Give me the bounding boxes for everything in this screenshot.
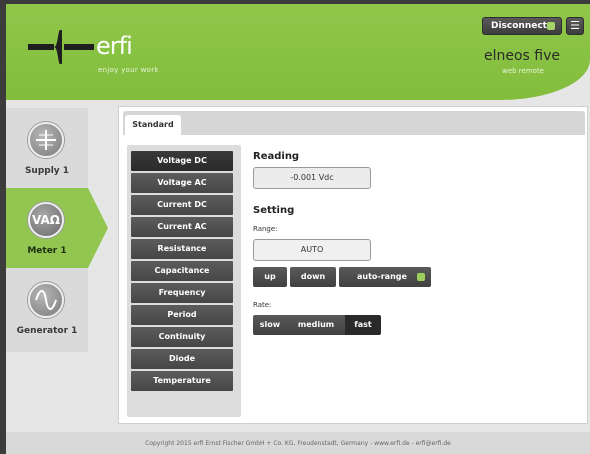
function-list: Voltage DC Voltage AC Current DC Current…: [127, 145, 241, 417]
disconnect-button[interactable]: Disconnect: [482, 17, 562, 35]
function-capacitance[interactable]: Capacitance: [131, 261, 233, 281]
reading-title: Reading: [253, 151, 300, 162]
rate-slow-button[interactable]: slow: [253, 315, 287, 335]
tab-bar: Standard: [123, 111, 585, 135]
nav-item-label: Generator 1: [16, 326, 78, 336]
function-resistance[interactable]: Resistance: [131, 239, 233, 259]
range-label: Range:: [253, 225, 278, 233]
function-current-dc[interactable]: Current DC: [131, 195, 233, 215]
rate-medium-button[interactable]: medium: [287, 315, 345, 335]
tab-standard[interactable]: Standard: [125, 115, 181, 135]
app-window: erfi enjoy your work elneos five web rem…: [6, 4, 590, 454]
brand-name: erfi: [96, 32, 133, 60]
auto-range-status-icon: [417, 273, 425, 281]
menu-button[interactable]: ☰: [566, 17, 584, 35]
range-down-button[interactable]: down: [290, 267, 336, 287]
auto-range-button[interactable]: auto-range: [339, 267, 431, 287]
plus-minus-icon: [28, 122, 64, 158]
range-up-button[interactable]: up: [253, 267, 287, 287]
meter-icon: VAΩ: [28, 202, 64, 238]
function-temperature[interactable]: Temperature: [131, 371, 233, 391]
function-diode[interactable]: Diode: [131, 349, 233, 369]
erfi-logo-icon: [28, 30, 94, 64]
rate-label: Rate:: [253, 301, 272, 309]
range-display: AUTO: [253, 239, 371, 261]
function-voltage-dc[interactable]: Voltage DC: [131, 151, 233, 171]
footer: Copyright 2015 erfi Ernst Fischer GmbH +…: [6, 432, 590, 454]
header: erfi enjoy your work elneos five web rem…: [6, 4, 590, 100]
function-voltage-ac[interactable]: Voltage AC: [131, 173, 233, 193]
main-panel: Standard Voltage DC Voltage AC Current D…: [118, 106, 588, 424]
sine-wave-icon: [28, 282, 64, 318]
setting-title: Setting: [253, 205, 295, 216]
nav-item-meter-1[interactable]: VAΩ Meter 1: [6, 188, 88, 268]
footer-copyright: Copyright 2015 erfi Ernst Fischer GmbH +…: [145, 440, 451, 447]
hamburger-icon: ☰: [570, 19, 580, 32]
reading-display: -0.001 Vdc: [253, 167, 371, 189]
active-nav-arrow: [88, 188, 108, 268]
function-frequency[interactable]: Frequency: [131, 283, 233, 303]
product-subtitle: web remote: [502, 67, 544, 75]
nav-item-label: Supply 1: [24, 166, 70, 176]
function-current-ac[interactable]: Current AC: [131, 217, 233, 237]
slogan: enjoy your work: [98, 66, 159, 74]
disconnect-label: Disconnect: [491, 21, 547, 31]
function-period[interactable]: Period: [131, 305, 233, 325]
connection-status-icon: [547, 22, 555, 30]
nav-item-label: Meter 1: [27, 246, 67, 256]
nav-item-supply-1[interactable]: Supply 1: [6, 108, 88, 188]
product-name: elneos five: [483, 48, 560, 64]
auto-range-label: auto-range: [357, 272, 407, 281]
function-continuity[interactable]: Continuity: [131, 327, 233, 347]
rate-fast-button[interactable]: fast: [345, 315, 381, 335]
nav-item-generator-1[interactable]: Generator 1: [6, 268, 88, 352]
